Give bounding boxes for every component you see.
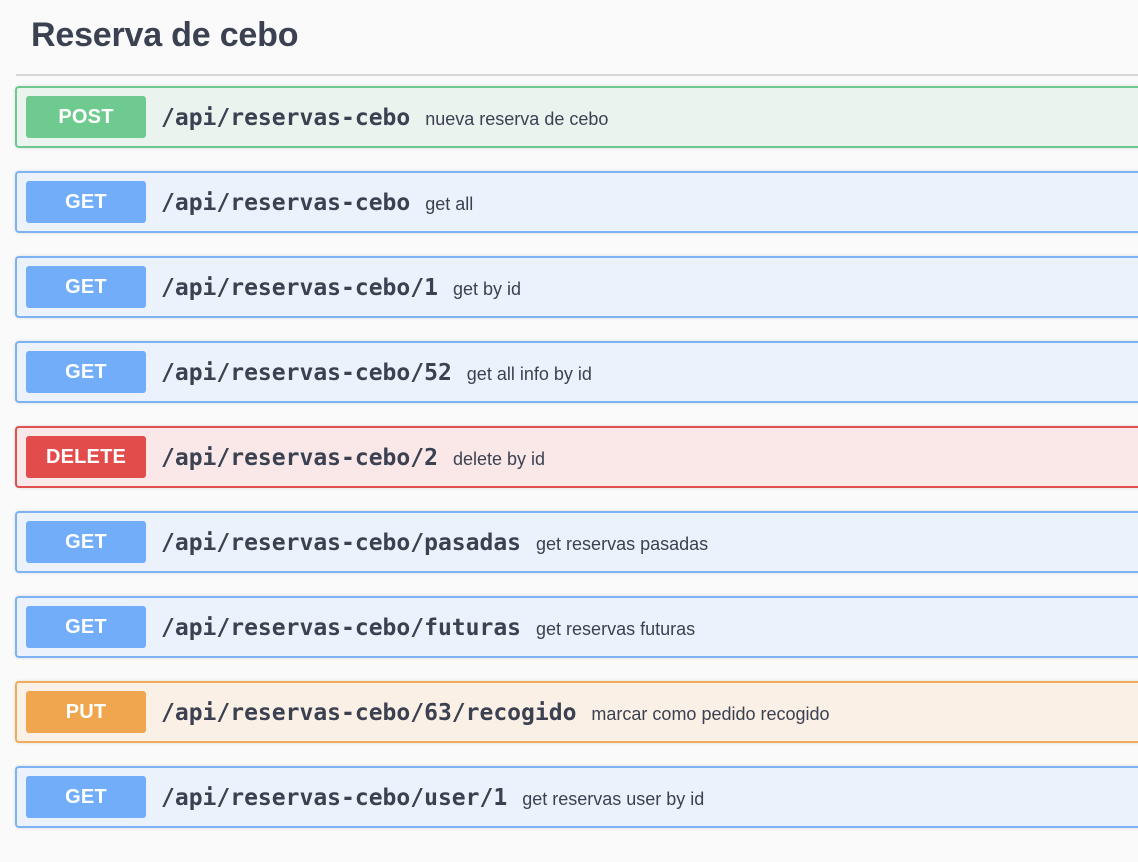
- opblock-get-reservas-cebo-by-id[interactable]: GET /api/reservas-cebo/1 get by id: [15, 256, 1138, 318]
- endpoint-path: /api/reservas-cebo/63/recogido marcar co…: [161, 700, 830, 727]
- endpoint-path: /api/reservas-cebo/2 delete by id: [161, 445, 545, 472]
- path-text: /api/reservas-cebo/1: [161, 275, 438, 301]
- path-text: /api/reservas-cebo/2: [161, 445, 438, 471]
- operations-list: POST /api/reservas-cebo nueva reserva de…: [15, 86, 1138, 851]
- method-badge: GET: [26, 606, 146, 648]
- endpoint-path: /api/reservas-cebo/52 get all info by id: [161, 360, 592, 387]
- path-text: /api/reservas-cebo/user/1: [161, 785, 508, 811]
- section-header[interactable]: Reserva de cebo: [16, 0, 1138, 76]
- opblock-get-reservas-user[interactable]: GET /api/reservas-cebo/user/1 get reserv…: [15, 766, 1138, 828]
- section-title[interactable]: Reserva de cebo: [31, 16, 298, 55]
- endpoint-summary: nueva reserva de cebo: [425, 109, 609, 129]
- path-text: /api/reservas-cebo/52: [161, 360, 452, 386]
- path-text: /api/reservas-cebo/futuras: [161, 615, 522, 641]
- endpoint-summary: get reservas pasadas: [536, 534, 709, 554]
- opblock-delete-reservas-cebo[interactable]: DELETE /api/reservas-cebo/2 delete by id: [15, 426, 1138, 488]
- endpoint-summary: get all: [425, 194, 474, 214]
- endpoint-summary: get all info by id: [466, 364, 592, 384]
- path-text: /api/reservas-cebo/63/recogido: [161, 700, 577, 726]
- endpoint-summary: marcar como pedido recogido: [591, 704, 830, 724]
- endpoint-path: /api/reservas-cebo/user/1 get reservas u…: [161, 785, 704, 812]
- method-badge: GET: [26, 181, 146, 223]
- path-text: /api/reservas-cebo: [161, 190, 411, 216]
- path-text: /api/reservas-cebo/pasadas: [161, 530, 522, 556]
- path-text: /api/reservas-cebo: [161, 105, 411, 131]
- endpoint-path: /api/reservas-cebo/1 get by id: [161, 275, 521, 302]
- endpoint-path: /api/reservas-cebo/futuras get reservas …: [161, 615, 695, 642]
- endpoint-summary: delete by id: [452, 449, 546, 469]
- method-badge: GET: [26, 266, 146, 308]
- opblock-get-reservas-futuras[interactable]: GET /api/reservas-cebo/futuras get reser…: [15, 596, 1138, 658]
- method-badge: GET: [26, 521, 146, 563]
- method-badge: DELETE: [26, 436, 146, 478]
- opblock-get-reservas-pasadas[interactable]: GET /api/reservas-cebo/pasadas get reser…: [15, 511, 1138, 573]
- method-badge: POST: [26, 96, 146, 138]
- endpoint-summary: get reservas user by id: [522, 789, 705, 809]
- method-badge: GET: [26, 351, 146, 393]
- method-badge: PUT: [26, 691, 146, 733]
- opblock-get-reservas-cebo[interactable]: GET /api/reservas-cebo get all: [15, 171, 1138, 233]
- opblock-get-reservas-cebo-all-info[interactable]: GET /api/reservas-cebo/52 get all info b…: [15, 341, 1138, 403]
- opblock-put-reservas-recogido[interactable]: PUT /api/reservas-cebo/63/recogido marca…: [15, 681, 1138, 743]
- opblock-post-reservas-cebo[interactable]: POST /api/reservas-cebo nueva reserva de…: [15, 86, 1138, 148]
- endpoint-path: /api/reservas-cebo nueva reserva de cebo: [161, 105, 608, 132]
- endpoint-summary: get reservas futuras: [536, 619, 696, 639]
- endpoint-path: /api/reservas-cebo/pasadas get reservas …: [161, 530, 708, 557]
- endpoint-path: /api/reservas-cebo get all: [161, 190, 473, 217]
- method-badge: GET: [26, 776, 146, 818]
- endpoint-summary: get by id: [452, 279, 521, 299]
